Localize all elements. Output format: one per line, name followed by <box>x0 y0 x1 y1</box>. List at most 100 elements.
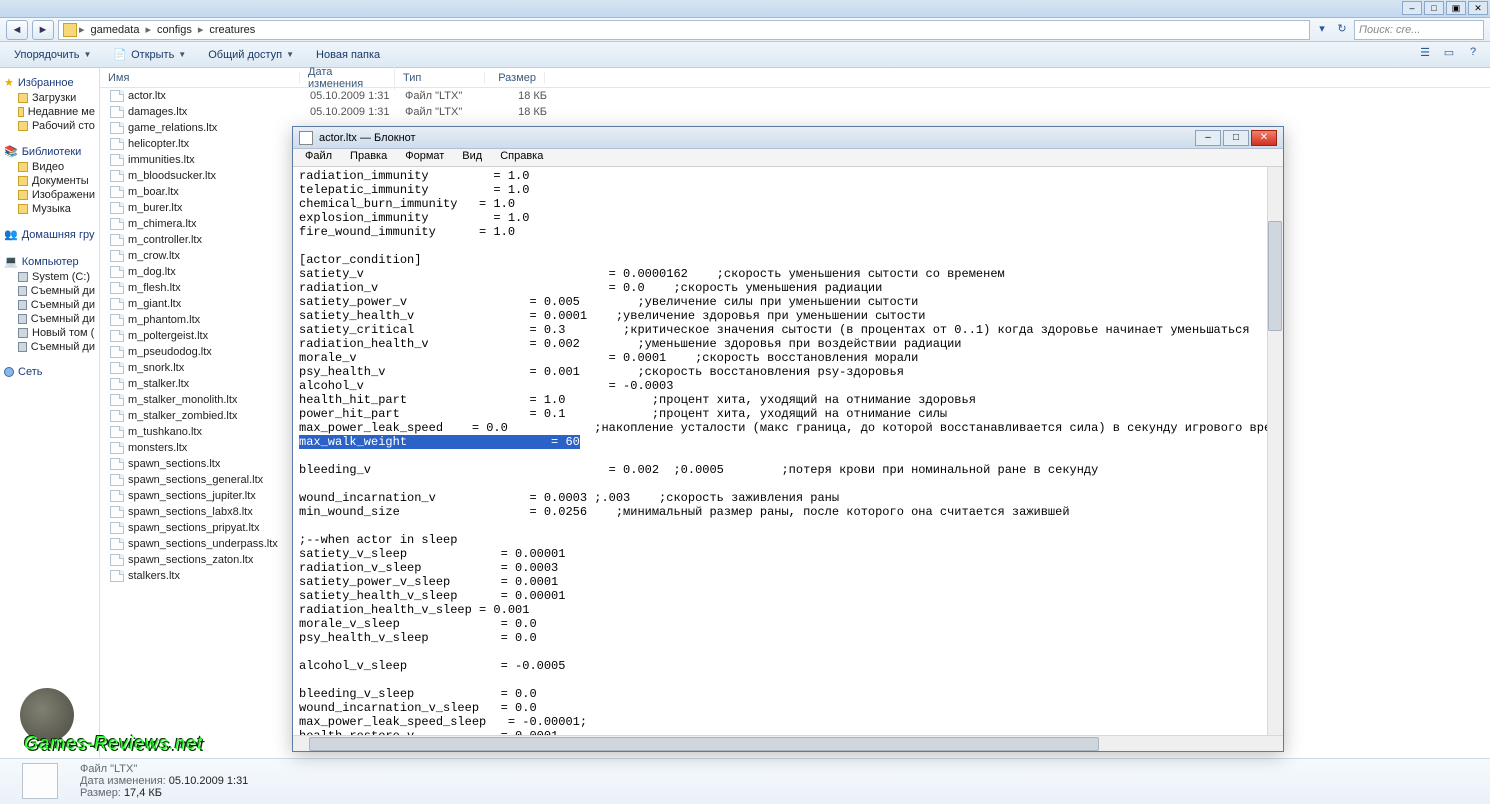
chevron-down-icon: ▼ <box>83 50 91 59</box>
sidebar-item[interactable]: Съемный ди <box>4 298 95 312</box>
file-name: m_stalker_zombied.ltx <box>128 410 310 422</box>
np-maximize-button[interactable]: □ <box>1223 130 1249 146</box>
notepad-titlebar[interactable]: actor.ltx — Блокнот – □ ✕ <box>293 127 1283 149</box>
breadcrumb[interactable]: ▸ gamedata ▸ configs ▸ creatures <box>58 20 1310 40</box>
refresh-icon[interactable]: ↻ <box>1334 22 1350 38</box>
help-icon[interactable]: ? <box>1464 46 1482 64</box>
file-row[interactable]: damages.ltx05.10.2009 1:31Файл "LTX"18 К… <box>100 104 1490 120</box>
folder-icon <box>18 204 28 214</box>
sidebar-head-label: Домашняя гру <box>22 229 95 241</box>
file-type: Файл "LTX" <box>405 106 495 118</box>
sidebar-head-computer[interactable]: 💻 Компьютер <box>4 253 95 270</box>
file-name: game_relations.ltx <box>128 122 310 134</box>
share-button[interactable]: Общий доступ▼ <box>202 47 300 63</box>
np-close-button[interactable]: ✕ <box>1251 130 1277 146</box>
details-date-label: Дата изменения: <box>80 775 166 787</box>
sidebar-item-label: Съемный ди <box>31 313 95 325</box>
sidebar-item[interactable]: Документы <box>4 174 95 188</box>
menu-item[interactable]: Правка <box>342 149 395 166</box>
sidebar-item[interactable]: Рабочий сто <box>4 119 95 133</box>
file-name: immunities.ltx <box>128 154 310 166</box>
file-row[interactable]: actor.ltx05.10.2009 1:31Файл "LTX"18 КБ <box>100 88 1490 104</box>
sidebar-item[interactable]: Съемный ди <box>4 312 95 326</box>
sidebar-head-homegroup[interactable]: 👥 Домашняя гру <box>4 226 95 243</box>
details-size-value: 17,4 КБ <box>124 787 162 799</box>
sidebar-item[interactable]: Музыка <box>4 202 95 216</box>
sidebar-item[interactable]: Съемный ди <box>4 340 95 354</box>
file-icon <box>110 554 124 566</box>
scrollbar-thumb[interactable] <box>309 737 1099 751</box>
file-icon <box>110 426 124 438</box>
notepad-textarea[interactable]: radiation_immunity = 1.0 telepatic_immun… <box>293 167 1283 735</box>
file-name: m_dog.ltx <box>128 266 310 278</box>
sidebar-item[interactable]: Загрузки <box>4 91 95 105</box>
explorer-toolbar: Упорядочить ▼ 📄 Открыть▼ Общий доступ▼ Но… <box>0 42 1490 68</box>
file-icon <box>110 346 124 358</box>
folder-icon <box>63 23 77 37</box>
sidebar-head-network[interactable]: Сеть <box>4 364 95 380</box>
sidebar-item-label: Съемный ди <box>31 285 95 297</box>
col-size[interactable]: Размер <box>485 72 545 84</box>
sidebar-item[interactable]: Недавние ме <box>4 105 95 119</box>
file-icon <box>110 570 124 582</box>
preview-icon[interactable]: ▭ <box>1440 46 1458 64</box>
file-name: m_boar.ltx <box>128 186 310 198</box>
close-button[interactable]: ✕ <box>1468 1 1488 15</box>
menu-item[interactable]: Справка <box>492 149 551 166</box>
minimize-button[interactable]: – <box>1402 1 1422 15</box>
chevron-down-icon: ▼ <box>286 50 294 59</box>
sidebar-head-label: Библиотеки <box>22 146 82 158</box>
drive-icon <box>18 300 27 310</box>
sidebar-head-libraries[interactable]: 📚 Библиотеки <box>4 143 95 160</box>
explorer-titlebar: – □ ▣ ✕ <box>0 0 1490 18</box>
maximize-button[interactable]: □ <box>1424 1 1444 15</box>
horizontal-scrollbar[interactable] <box>293 735 1283 751</box>
search-input[interactable]: Поиск: cre... <box>1354 20 1484 40</box>
sidebar-item-label: Съемный ди <box>31 299 95 311</box>
sidebar-item-label: Видео <box>32 161 64 173</box>
open-button[interactable]: 📄 Открыть▼ <box>107 46 192 63</box>
file-icon <box>110 234 124 246</box>
restore-button[interactable]: ▣ <box>1446 1 1466 15</box>
sidebar-item[interactable]: System (C:) <box>4 270 95 284</box>
back-button[interactable]: ◄ <box>6 20 28 40</box>
sidebar-head-favorites[interactable]: ★Избранное <box>4 74 95 91</box>
chevron-right-icon: ▸ <box>79 23 85 36</box>
np-minimize-button[interactable]: – <box>1195 130 1221 146</box>
breadcrumb-item[interactable]: creatures <box>205 24 259 36</box>
file-name: m_chimera.ltx <box>128 218 310 230</box>
vertical-scrollbar[interactable] <box>1267 167 1283 735</box>
folder-icon <box>18 121 28 131</box>
notepad-menubar: ФайлПравкаФорматВидСправка <box>293 149 1283 167</box>
col-name[interactable]: Имя <box>100 72 300 84</box>
breadcrumb-item[interactable]: configs <box>153 24 196 36</box>
col-date[interactable]: Дата изменения <box>300 66 395 90</box>
sidebar-item[interactable]: Изображени <box>4 188 95 202</box>
file-icon <box>110 266 124 278</box>
breadcrumb-item[interactable]: gamedata <box>87 24 144 36</box>
menu-item[interactable]: Формат <box>397 149 452 166</box>
scrollbar-thumb[interactable] <box>1268 221 1282 331</box>
file-name: spawn_sections_zaton.ltx <box>128 554 310 566</box>
col-type[interactable]: Тип <box>395 72 485 84</box>
file-icon <box>110 250 124 262</box>
file-icon <box>110 106 124 118</box>
menu-item[interactable]: Файл <box>297 149 340 166</box>
forward-button[interactable]: ► <box>32 20 54 40</box>
sidebar-item[interactable]: Съемный ди <box>4 284 95 298</box>
file-name: m_controller.ltx <box>128 234 310 246</box>
notepad-window[interactable]: actor.ltx — Блокнот – □ ✕ ФайлПравкаФорм… <box>292 126 1284 752</box>
view-icon[interactable]: ☰ <box>1416 46 1434 64</box>
sidebar-item[interactable]: Новый том ( <box>4 326 95 340</box>
sidebar-item[interactable]: Видео <box>4 160 95 174</box>
toolbar-label: Упорядочить <box>14 49 79 61</box>
dropdown-icon[interactable]: ▾ <box>1314 22 1330 38</box>
details-size-label: Размер: <box>80 787 121 799</box>
details-pane: Файл "LTX" Дата изменения: 05.10.2009 1:… <box>0 758 1490 804</box>
menu-item[interactable]: Вид <box>454 149 490 166</box>
file-icon <box>110 170 124 182</box>
newfolder-button[interactable]: Новая папка <box>310 47 386 63</box>
chevron-down-icon: ▼ <box>178 50 186 59</box>
selected-text: max_walk_weight = 60 <box>299 435 580 449</box>
organize-button[interactable]: Упорядочить ▼ <box>8 47 97 63</box>
